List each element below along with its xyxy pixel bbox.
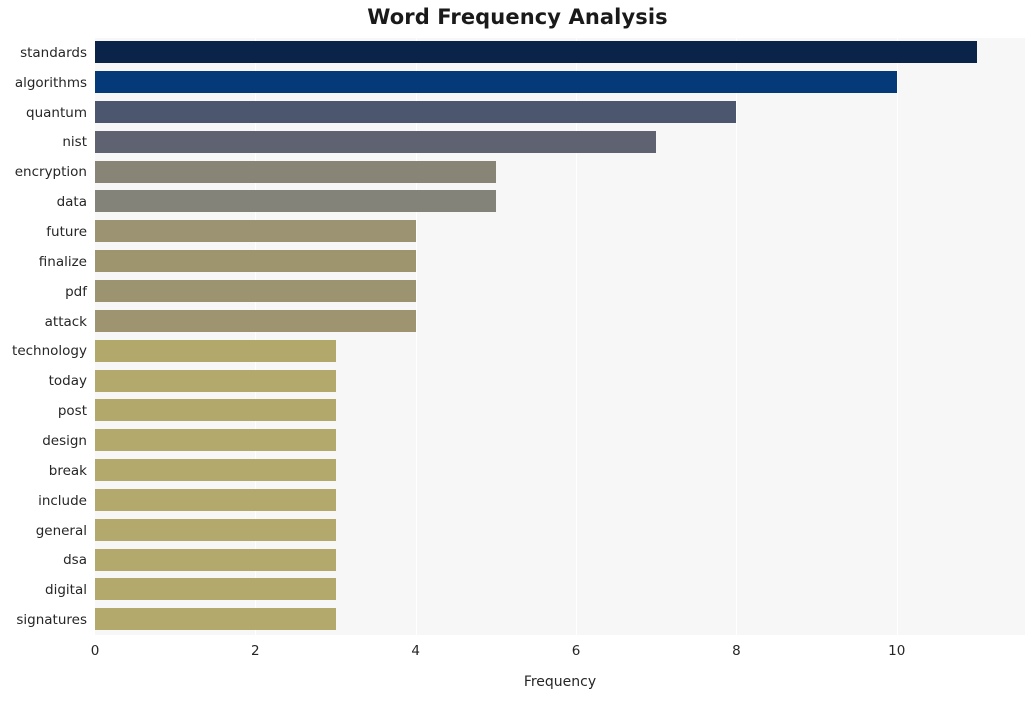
bar[interactable]: [95, 488, 336, 511]
bar[interactable]: [95, 429, 336, 452]
y-axis: standards algorithms quantum nist encryption…: [0, 38, 87, 635]
y-tick-label-standards: standards: [20, 44, 87, 61]
x-tick-label-0: 0: [90, 643, 100, 659]
x-tick-label-8: 8: [732, 643, 741, 659]
bar-row: [95, 426, 1025, 454]
x-tick-label-2: 2: [251, 643, 260, 659]
y-tick-label-dsa: dsa: [63, 552, 87, 569]
bar[interactable]: [95, 459, 336, 482]
y-tick-label-digital: digital: [45, 582, 87, 599]
x-tick-label-4: 4: [411, 643, 420, 659]
y-tick-label-include: include: [38, 492, 87, 509]
y-tick-label-break: break: [48, 462, 87, 479]
x-tick-label-10: 10: [888, 643, 906, 659]
bar-row: [95, 366, 1025, 394]
y-tick-label-data: data: [56, 194, 87, 211]
bar-row: [95, 128, 1025, 156]
bar-row: [95, 486, 1025, 514]
bar[interactable]: [95, 369, 336, 392]
y-tick-label-post: post: [57, 403, 87, 420]
bar[interactable]: [95, 160, 496, 183]
bar[interactable]: [95, 279, 416, 302]
bar-row: [95, 516, 1025, 544]
bar[interactable]: [95, 250, 416, 273]
bar-row: [95, 38, 1025, 66]
y-tick-label-future: future: [46, 224, 87, 241]
chart-title: Word Frequency Analysis: [367, 5, 668, 29]
x-axis-title: Frequency: [523, 674, 597, 690]
bar-row: [95, 605, 1025, 633]
x-tick-label-6: 6: [571, 643, 581, 659]
word-frequency-chart: Word Frequency Analysis standards algorit…: [0, 0, 1035, 701]
y-tick-label-nist: nist: [62, 134, 87, 151]
y-tick-label-attack: attack: [44, 313, 87, 330]
bar[interactable]: [95, 220, 416, 243]
y-tick-label-design: design: [42, 432, 87, 449]
bar-row: [95, 277, 1025, 305]
bar-row: [95, 187, 1025, 215]
bar[interactable]: [95, 608, 336, 631]
bar[interactable]: [95, 518, 336, 541]
x-axis: 0 2 4 6 8 10: [91, 635, 1025, 665]
y-tick-label-encryption: encryption: [14, 164, 87, 181]
y-tick-label-general: general: [35, 522, 87, 539]
bar[interactable]: [95, 130, 657, 153]
bar-row: [95, 456, 1025, 484]
bar[interactable]: [95, 41, 977, 64]
bar[interactable]: [95, 399, 336, 422]
bar-row: [95, 68, 1025, 96]
y-tick-label-pdf: pdf: [65, 283, 87, 300]
bar[interactable]: [95, 548, 336, 571]
y-tick-label-signatures: signatures: [16, 612, 87, 629]
bar[interactable]: [95, 190, 496, 213]
bar-row: [95, 545, 1025, 573]
plot-area: [95, 38, 1025, 635]
bar-row: [95, 157, 1025, 185]
bar[interactable]: [95, 71, 897, 94]
bar-row: [95, 307, 1025, 335]
y-tick-label-technology: technology: [12, 343, 87, 360]
bar-row: [95, 98, 1025, 126]
bar-row: [95, 217, 1025, 245]
bar-row: [95, 247, 1025, 275]
y-tick-label-today: today: [48, 373, 87, 390]
bar[interactable]: [95, 339, 336, 362]
bar[interactable]: [95, 578, 336, 601]
y-tick-label-algorithms: algorithms: [14, 74, 87, 91]
y-tick-label-finalize: finalize: [38, 253, 87, 270]
bar-row: [95, 575, 1025, 603]
bar[interactable]: [95, 309, 416, 332]
bar[interactable]: [95, 100, 737, 123]
bar-row: [95, 396, 1025, 424]
y-tick-label-quantum: quantum: [26, 104, 87, 121]
bar-row: [95, 337, 1025, 365]
